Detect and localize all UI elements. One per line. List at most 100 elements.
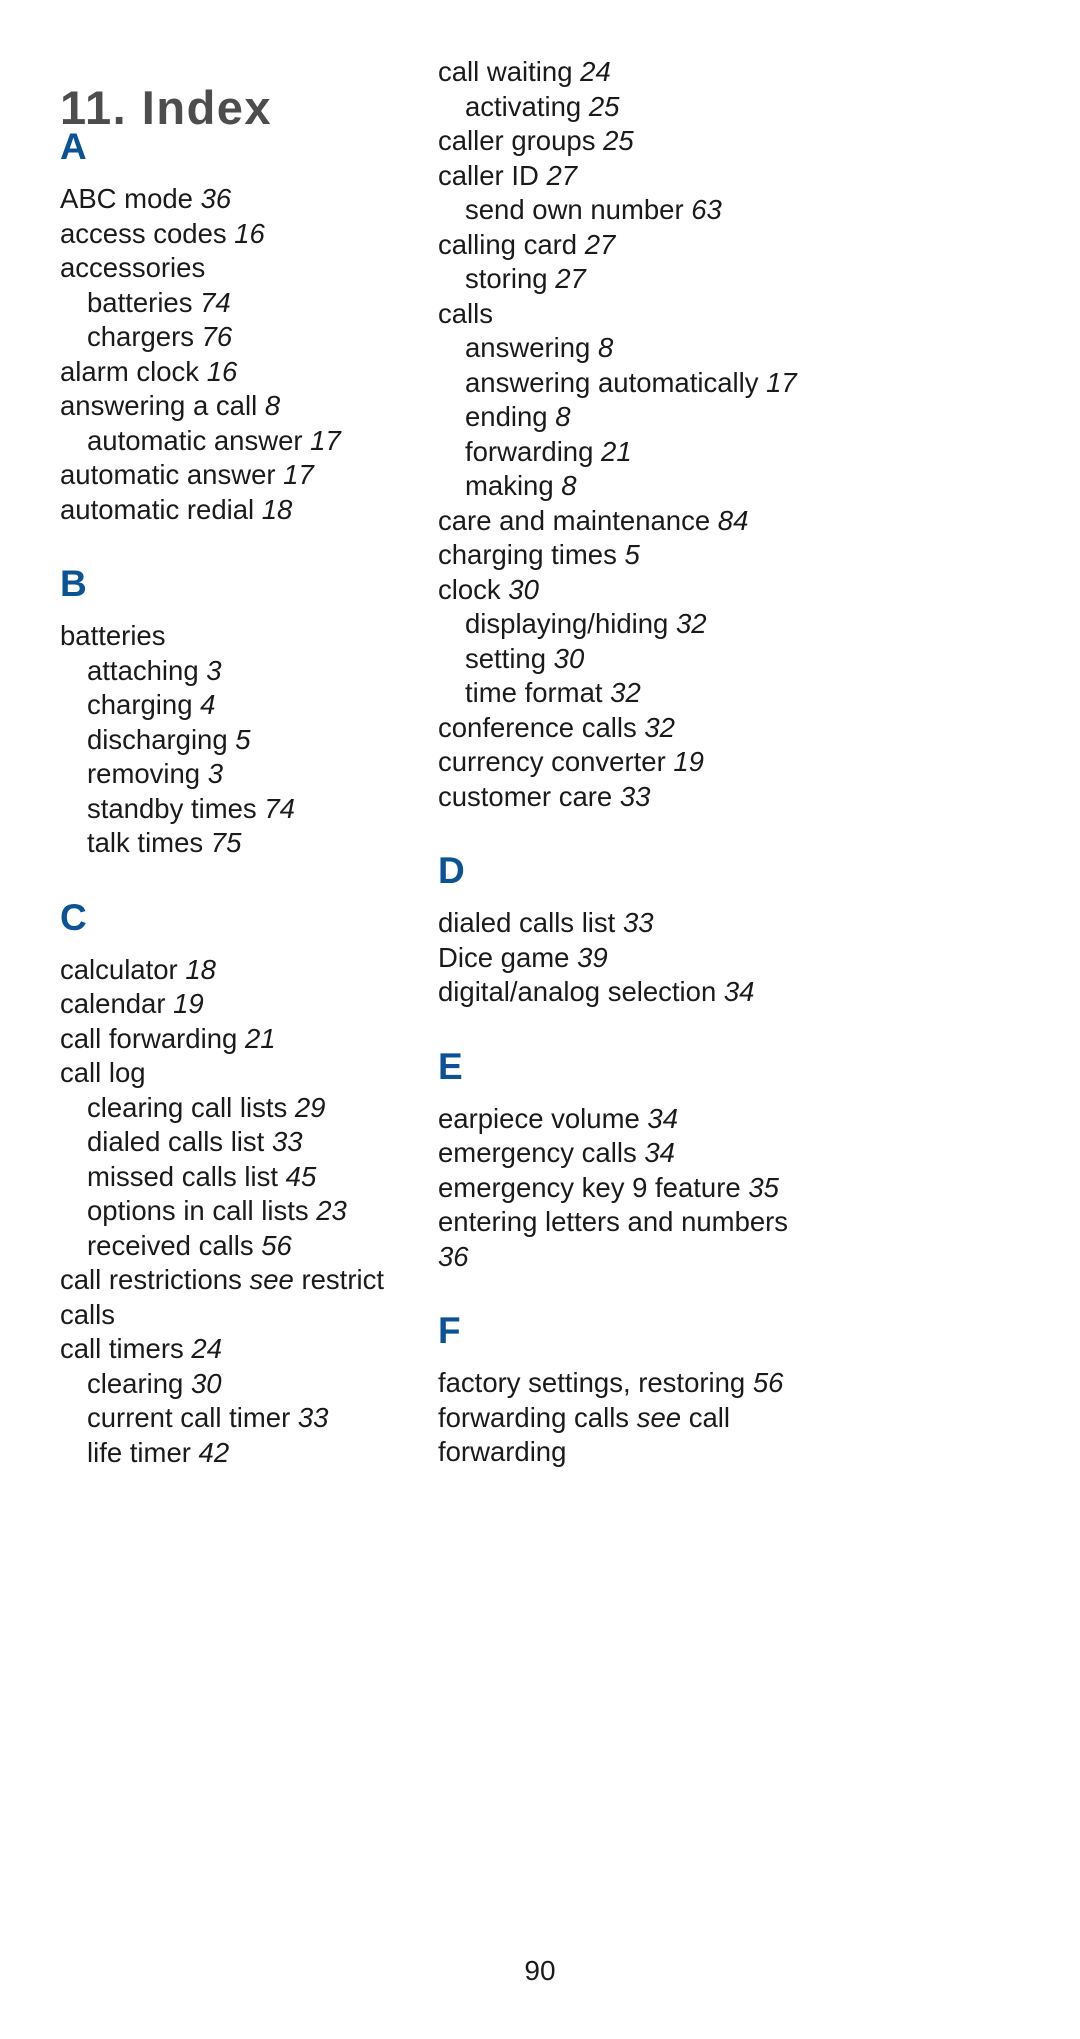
left-column: A ABC mode 36 access codes 16 accessories ba… xyxy=(60,0,440,1470)
index-entry: caller groups 25 xyxy=(438,124,818,159)
entry-term: options in call lists xyxy=(87,1195,309,1226)
entry-page-number: 24 xyxy=(580,56,611,87)
entry-term: making xyxy=(465,470,554,501)
entry-term: missed calls list xyxy=(87,1160,279,1192)
index-subentry: life timer 42 xyxy=(87,1436,440,1471)
entry-term: answering a call xyxy=(60,390,258,421)
entry-page-number: 30 xyxy=(508,573,539,605)
entry-term: dialed calls list xyxy=(438,907,616,938)
index-subentry: chargers 76 xyxy=(87,320,440,355)
entry-page-number: 27 xyxy=(546,159,578,191)
index-subentry: displaying/hiding 32 xyxy=(465,607,818,642)
entry-page-number: 36 xyxy=(200,183,232,214)
entry-term: automatic answer xyxy=(60,459,276,490)
entry-page-number: 56 xyxy=(261,1229,292,1261)
entry-page-number: 32 xyxy=(675,608,707,639)
index-section: Bbatteries attaching 3 charging 4 dischargi… xyxy=(60,565,440,861)
entry-term: ABC mode xyxy=(60,183,193,214)
index-subentry: discharging 5 xyxy=(87,723,440,758)
entry-term: factory settings, restoring xyxy=(438,1367,746,1398)
entry-term: send own number xyxy=(465,194,684,225)
entry-term: clearing xyxy=(87,1367,184,1399)
section-letter-e: E xyxy=(438,1045,463,1087)
index-entry: customer care 33 xyxy=(438,780,818,815)
entry-page-number: 35 xyxy=(748,1171,779,1203)
index-subentry: clearing call lists 29 xyxy=(87,1091,440,1126)
entry-page-number: 8 xyxy=(264,390,281,421)
entry-term: emergency key 9 feature xyxy=(438,1171,741,1203)
entry-page-number: 75 xyxy=(210,827,242,858)
index-subentry: talk times 75 xyxy=(87,826,440,861)
entry-term: chargers xyxy=(87,321,194,352)
index-subentry: time format 32 xyxy=(465,676,818,711)
entry-page-number: 5 xyxy=(235,723,251,755)
index-entry: call timers 24 xyxy=(60,1332,440,1367)
entry-page-number: 17 xyxy=(283,459,314,490)
index-subentry: making 8 xyxy=(465,469,818,504)
entry-term: storing xyxy=(465,263,548,294)
index-entry: batteries xyxy=(60,619,440,654)
index-subentry: missed calls list 45 xyxy=(87,1160,440,1195)
index-entry: caller ID 27 xyxy=(438,159,818,194)
entry-term: standby times xyxy=(87,792,257,824)
index-section: Ddialed calls list 33 Dice game 39 digital… xyxy=(438,852,818,1010)
index-entry: conference calls 32 xyxy=(438,711,818,746)
index-entry: earpiece volume 34 xyxy=(438,1102,818,1137)
entry-term: automatic answer xyxy=(87,424,303,456)
entry-page-number: 21 xyxy=(244,1022,276,1054)
entry-term: forwarding calls xyxy=(438,1401,630,1433)
entry-term: calculator xyxy=(60,953,178,985)
entry-page-number: 34 xyxy=(647,1102,679,1134)
left-column-content: A ABC mode 36 access codes 16 accessories ba… xyxy=(60,0,440,1470)
entry-page-number: 34 xyxy=(723,976,755,1007)
entry-page-number: 16 xyxy=(234,217,265,249)
index-page: 11. Index A ABC mode 36 access codes 16 acc… xyxy=(0,0,1080,2039)
index-entry: calculator 18 xyxy=(60,953,440,988)
entry-term: automatic redial xyxy=(60,493,255,525)
entry-term: clearing call lists xyxy=(87,1091,288,1123)
entry-page-number: 17 xyxy=(310,424,341,456)
index-entry: answering a call 8 xyxy=(60,389,440,424)
entry-term: charging xyxy=(87,689,193,720)
index-entry: call forwarding 21 xyxy=(60,1022,440,1057)
entry-page-number: 27 xyxy=(584,228,616,260)
entry-page-number: 30 xyxy=(190,1367,222,1399)
index-subentry: standby times 74 xyxy=(87,792,440,827)
index-subentry: automatic answer 17 xyxy=(87,424,440,459)
entry-term: call timers xyxy=(60,1333,184,1364)
entry-term: time format xyxy=(465,677,603,708)
entry-term: setting xyxy=(465,642,547,674)
entry-term: discharging xyxy=(87,723,228,755)
index-section: Ccalculator 18 calendar 19 call forwarding… xyxy=(60,899,440,1471)
index-entry: charging times 5 xyxy=(438,538,818,573)
index-subentry: answering 8 xyxy=(465,331,818,366)
index-subentry: send own number 63 xyxy=(465,193,818,228)
index-entry: dialed calls list 33 xyxy=(438,906,818,941)
index-section: A ABC mode 36 access codes 16 accessories ba… xyxy=(60,128,440,527)
section-letter-f: F xyxy=(438,1310,461,1351)
index-entry: automatic answer 17 xyxy=(60,458,440,493)
index-subentry: current call timer 33 xyxy=(87,1401,440,1436)
index-subentry: removing 3 xyxy=(87,757,440,792)
entry-page-number: 17 xyxy=(766,366,797,398)
entry-term: attaching xyxy=(87,654,199,686)
index-entry: ABC mode 36 xyxy=(60,182,440,217)
page-number: 90 xyxy=(524,1955,556,1986)
entry-term: accessories xyxy=(60,252,206,283)
index-entry: calls xyxy=(438,297,818,332)
index-subentry: activating 25 xyxy=(465,90,818,125)
entry-see-label: see xyxy=(249,1264,294,1295)
entry-page-number: 19 xyxy=(173,988,204,1019)
entry-page-number: 25 xyxy=(603,125,634,156)
index-entry: care and maintenance 84 xyxy=(438,504,818,539)
entry-page-number: 34 xyxy=(644,1137,675,1168)
entry-page-number: 74 xyxy=(200,286,231,318)
section-letter-c: C xyxy=(60,896,87,938)
entry-term: call restrictions xyxy=(60,1264,242,1295)
entry-page-number: 32 xyxy=(610,677,641,708)
index-subentry: options in call lists 23 xyxy=(87,1194,440,1229)
entry-page-number: 18 xyxy=(261,493,293,525)
right-column-content: call waiting 24 activating 25 caller group… xyxy=(438,0,818,1470)
entry-term: activating xyxy=(465,90,582,122)
index-entry: call waiting 24 xyxy=(438,55,818,90)
